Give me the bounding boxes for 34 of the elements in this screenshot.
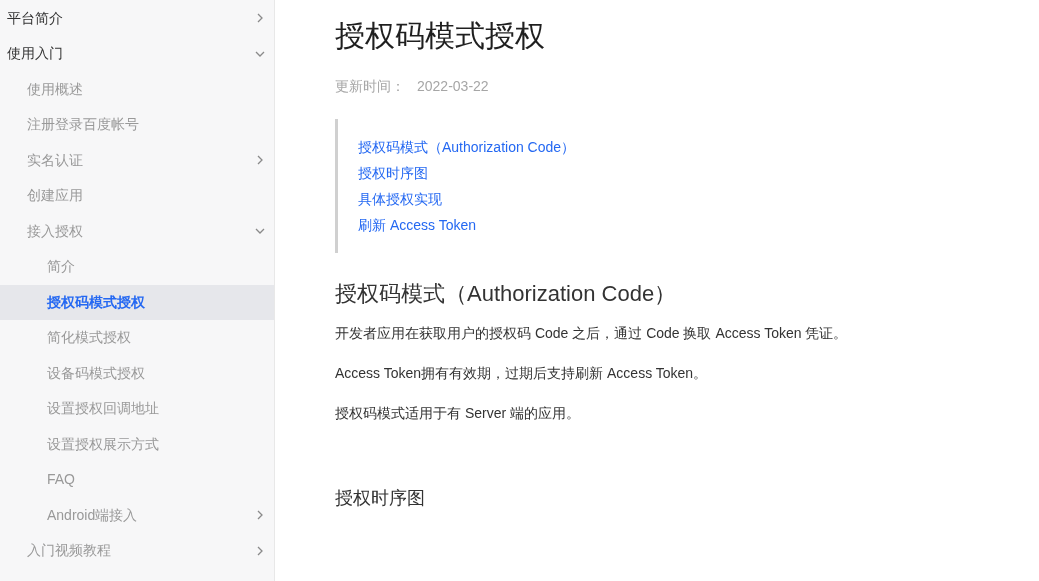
chevron-icon xyxy=(256,154,264,167)
updated-date: 2022-03-22 xyxy=(417,77,489,96)
sidebar-item[interactable]: 入门视频教程 xyxy=(0,533,274,569)
sidebar-item[interactable]: 注册登录百度帐号 xyxy=(0,107,274,143)
section-heading: 授权码模式（Authorization Code） xyxy=(335,280,678,308)
toc-link[interactable]: 刷新 Access Token xyxy=(358,212,576,238)
sidebar-item[interactable]: 使用概述 xyxy=(0,71,274,107)
sidebar-item[interactable]: 设备码模式授权 xyxy=(0,355,274,391)
sidebar-item[interactable]: 创建应用 xyxy=(0,178,274,214)
sidebar-item[interactable]: FAQ xyxy=(0,462,274,498)
paragraph: 授权码模式适用于有 Server 端的应用。 xyxy=(335,404,581,423)
sidebar-item[interactable]: 实名认证 xyxy=(0,142,274,178)
subheading: 授权时序图 xyxy=(335,487,426,510)
toc-link[interactable]: 授权码模式（Authorization Code） xyxy=(358,134,576,160)
toc-link[interactable]: 具体授权实现 xyxy=(358,186,576,212)
sidebar-item[interactable]: 简化模式授权 xyxy=(0,320,274,356)
chevron-icon xyxy=(254,49,266,58)
updated-label: 更新时间： xyxy=(335,77,405,96)
paragraph: Access Token拥有有效期，过期后支持刷新 Access Token。 xyxy=(335,364,709,383)
sidebar-item[interactable]: 授权码模式授权 xyxy=(0,284,274,320)
chevron-icon xyxy=(256,12,264,25)
sidebar-item[interactable]: 简介 xyxy=(0,249,274,285)
sidebar-item[interactable]: Android端接入 xyxy=(0,497,274,533)
paragraph: 开发者应用在获取用户的授权码 Code 之后，通过 Code 换取 Access Token 凭证。 xyxy=(335,324,849,343)
sidebar-item[interactable]: 使用入门 xyxy=(0,36,274,72)
sidebar-item[interactable]: 设置授权展示方式 xyxy=(0,426,274,462)
sidebar-item[interactable]: 接入授权 xyxy=(0,213,274,249)
sidebar-item[interactable]: 设置授权回调地址 xyxy=(0,391,274,427)
chevron-icon xyxy=(256,509,264,522)
sidebar-item[interactable]: 平台简介 xyxy=(0,0,274,36)
chevron-icon xyxy=(256,544,264,557)
page-title: 授权码模式授权 xyxy=(335,18,546,54)
toc-link[interactable]: 授权时序图 xyxy=(358,160,576,186)
chevron-icon xyxy=(254,227,266,236)
